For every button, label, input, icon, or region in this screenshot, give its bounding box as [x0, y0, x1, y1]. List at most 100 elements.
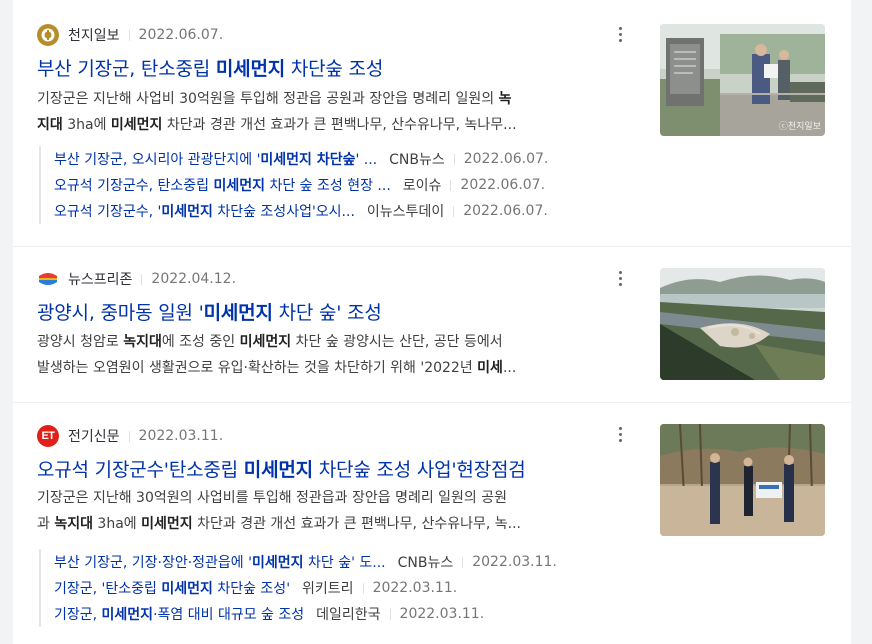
desc-highlight: 미세 [477, 360, 503, 376]
article-date: 2022.03.11. [138, 428, 224, 444]
article-title[interactable]: 광양시, 중마동 일원 '미세먼지 차단 숲' 조성 [37, 298, 382, 325]
divider [141, 273, 143, 285]
cheonji-logo-icon[interactable] [37, 24, 59, 46]
desc-highlight: 녹지대 [123, 334, 162, 350]
related-articles: 부산 기장군, 기장·장안·정관읍에 '미세먼지 차단 숲' 도... CNB뉴… [39, 549, 557, 627]
related-article-row[interactable]: 기장군, '탄소중립 미세먼지 차단숲 조성' 위키트리 2022.03.11. [54, 575, 557, 601]
related-title-text: 부산 기장군, 기장·장안·정관읍에 ' [54, 555, 252, 571]
related-title-text: ' ... [355, 152, 378, 168]
related-title-text: 오규석 기장군수, ' [54, 204, 162, 220]
related-title-text: 차단 숲' 도... [303, 555, 386, 571]
related-article-row[interactable]: 오규석 기장군수, '미세먼지 차단숲 조성사업'오시... 이뉴스투데이 20… [54, 198, 548, 224]
article-thumbnail[interactable] [660, 268, 825, 380]
desc-highlight: 미세먼지 [110, 117, 163, 133]
title-text: 오규석 기장군수'탄소중립 [37, 459, 244, 481]
title-text: 광양시, 중마동 일원 ' [37, 302, 204, 324]
desc-text: ... [502, 360, 517, 376]
divider [453, 205, 455, 217]
desc-text: 차단 숲 광양시는 산단, 공단 등에서 [291, 334, 503, 350]
related-article-row[interactable]: 기장군, 미세먼지·폭염 대비 대규모 숲 조성 데일리한국 2022.03.1… [54, 601, 557, 627]
related-date: 2022.03.11. [399, 606, 485, 622]
title-highlight: 미세먼지 [203, 302, 273, 324]
related-source[interactable]: 로이슈 [403, 175, 442, 195]
desc-highlight: 지대 [37, 117, 63, 133]
divider [128, 29, 130, 41]
source-name[interactable]: 뉴스프리존 [68, 269, 132, 289]
desc-text: 차단과 경관 개선 효과가 큰 편백나무, 산수유나무, 녹나무... [162, 117, 517, 133]
related-source[interactable]: CNB뉴스 [389, 149, 445, 169]
news-source-row: 천지일보 2022.06.07. [37, 24, 223, 46]
desc-text: 3ha에 [62, 117, 111, 133]
divider [450, 179, 452, 191]
news-card: 뉴스프리존 2022.04.12. 광양시, 중마동 일원 '미세먼지 차단 숲… [13, 247, 851, 402]
related-title[interactable]: 기장군, '탄소중립 미세먼지 차단숲 조성' [54, 578, 290, 598]
article-description: 기장군은 지난해 30억원의 사업비를 투입해 정관읍과 장안읍 명례리 일원의… [37, 485, 621, 537]
news-card: 천지일보 2022.06.07. 부산 기장군, 탄소중립 미세먼지 차단숲 조… [13, 0, 851, 246]
newsfreezone-logo-icon[interactable] [37, 268, 59, 290]
article-thumbnail[interactable] [660, 424, 825, 536]
article-date: 2022.06.07. [138, 27, 224, 43]
more-options-icon[interactable] [612, 423, 628, 445]
title-highlight: 미세먼지 [243, 459, 313, 481]
desc-text: 3ha에 [92, 516, 142, 532]
etnews-logo-icon[interactable]: ET [37, 425, 59, 447]
related-title-highlight: 미세먼지 [213, 178, 266, 194]
desc-text: 기장군은 지난해 30억원의 사업비를 투입해 정관읍과 장안읍 명례리 일원의… [37, 490, 508, 506]
divider [389, 608, 391, 620]
desc-highlight: 미세먼지 [239, 334, 292, 350]
news-source-row: ET 전기신문 2022.03.11. [37, 425, 223, 447]
related-title[interactable]: 부산 기장군, 오시리아 관광단지에 '미세먼지 차단숲' ... [54, 149, 377, 169]
related-source[interactable]: CNB뉴스 [398, 552, 454, 572]
article-date: 2022.04.12. [151, 271, 237, 287]
source-name[interactable]: 전기신문 [68, 426, 120, 446]
more-options-icon[interactable] [612, 267, 628, 289]
divider [462, 556, 464, 568]
desc-text: 과 [37, 516, 55, 532]
related-title-text: 오규석 기장군수, 탄소중립 [54, 178, 214, 194]
related-title-highlight: 미세먼지 [252, 555, 304, 571]
related-title-text: ·폭염 대비 대규모 숲 조성 [153, 607, 305, 623]
more-options-icon[interactable] [612, 23, 628, 45]
desc-text: 광양시 청암로 [37, 334, 124, 350]
desc-text: 발생하는 오염원이 생활권으로 유입·확산하는 것을 차단하기 위해 '2022… [37, 360, 478, 376]
related-title-text: 차단숲 조성' [212, 581, 291, 597]
related-article-row[interactable]: 부산 기장군, 오시리아 관광단지에 '미세먼지 차단숲' ... CNB뉴스 … [54, 146, 548, 172]
article-thumbnail[interactable]: ⓒ천지일보 [660, 24, 825, 136]
logo-text: ET [41, 430, 55, 442]
desc-text: 차단과 경관 개선 효과가 큰 편백나무, 산수유나무, 녹... [192, 516, 521, 532]
news-card: ET 전기신문 2022.03.11. 오규석 기장군수'탄소중립 미세먼지 차… [13, 403, 851, 644]
related-title[interactable]: 오규석 기장군수, '미세먼지 차단숲 조성사업'오시... [54, 201, 355, 221]
related-title[interactable]: 부산 기장군, 기장·장안·정관읍에 '미세먼지 차단 숲' 도... [54, 552, 386, 572]
article-title[interactable]: 오규석 기장군수'탄소중립 미세먼지 차단숲 조성 사업'현장점검 [37, 455, 526, 482]
related-date: 2022.06.07. [460, 177, 546, 193]
related-title-highlight: 미세먼지 [101, 607, 154, 623]
title-text: 차단숲 조성 사업'현장점검 [312, 459, 526, 481]
related-articles: 부산 기장군, 오시리아 관광단지에 '미세먼지 차단숲' ... CNB뉴스 … [39, 146, 548, 224]
related-article-row[interactable]: 오규석 기장군수, 탄소중립 미세먼지 차단 숲 조성 현장 ... 로이슈 2… [54, 172, 548, 198]
article-description: 기장군은 지난해 사업비 30억원을 투입해 정관읍 공원과 장안읍 명례리 일… [37, 86, 621, 138]
related-title[interactable]: 기장군, 미세먼지·폭염 대비 대규모 숲 조성 [54, 604, 304, 624]
title-highlight: 미세먼지 [215, 58, 286, 80]
related-title-text: 기장군, [54, 607, 102, 623]
related-date: 2022.06.07. [463, 203, 548, 219]
related-title[interactable]: 오규석 기장군수, 탄소중립 미세먼지 차단 숲 조성 현장 ... [54, 175, 391, 195]
thumbnail-watermark: ⓒ천지일보 [778, 122, 821, 132]
desc-text: 에 조성 중인 [161, 334, 240, 350]
news-results-column: 천지일보 2022.06.07. 부산 기장군, 탄소중립 미세먼지 차단숲 조… [13, 0, 851, 644]
desc-highlight: 녹 [498, 91, 512, 107]
related-date: 2022.06.07. [463, 151, 549, 167]
related-source[interactable]: 위키트리 [302, 578, 354, 598]
related-article-row[interactable]: 부산 기장군, 기장·장안·정관읍에 '미세먼지 차단 숲' 도... CNB뉴… [54, 549, 557, 575]
divider [453, 153, 455, 165]
desc-highlight: 녹지대 [54, 516, 93, 532]
related-date: 2022.03.11. [372, 580, 458, 596]
source-name[interactable]: 천지일보 [68, 25, 120, 45]
title-text: 차단숲 조성 [285, 58, 384, 80]
related-source[interactable]: 데일리한국 [316, 604, 380, 624]
related-source[interactable]: 이뉴스투데이 [367, 201, 444, 221]
related-title-text: 기장군, '탄소중립 [54, 581, 162, 597]
related-title-text: 차단 숲 조성 현장 ... [265, 178, 391, 194]
news-source-row: 뉴스프리존 2022.04.12. [37, 268, 236, 290]
related-title-text: 부산 기장군, 오시리아 관광단지에 ' [54, 152, 261, 168]
article-title[interactable]: 부산 기장군, 탄소중립 미세먼지 차단숲 조성 [37, 54, 383, 81]
